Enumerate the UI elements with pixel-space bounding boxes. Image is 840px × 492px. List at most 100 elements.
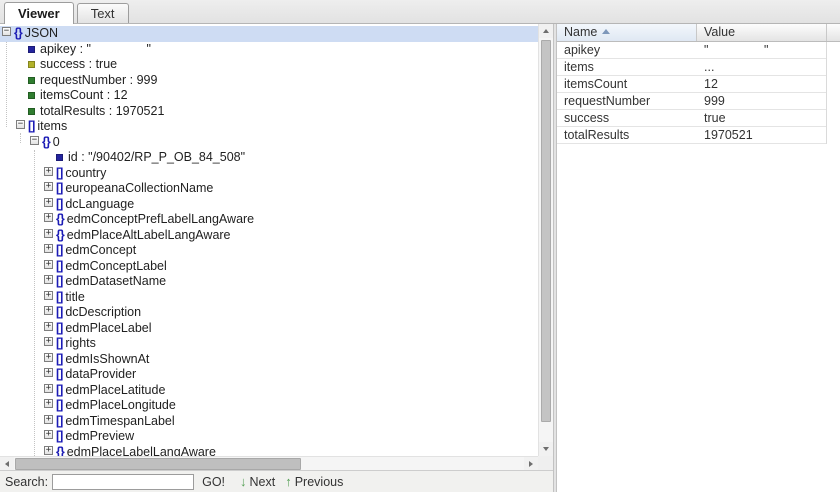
tree-node-requestNumber[interactable]: requestNumber : 999 — [0, 73, 538, 89]
json-viewer-app: Viewer Text −{}JSONapikey : " "success :… — [0, 0, 840, 492]
tree-node-label: edmIsShownAt — [65, 352, 149, 366]
array-braces-icon: [] — [56, 259, 62, 273]
expand-icon[interactable]: + — [44, 198, 53, 207]
grid-cell-name: itemsCount — [564, 76, 627, 92]
expand-icon[interactable]: + — [44, 260, 53, 269]
tree-node-totalResults[interactable]: totalResults : 1970521 — [0, 104, 538, 120]
grid-row-success[interactable]: successtrue — [557, 110, 826, 127]
grid-cell-name: apikey — [564, 42, 600, 58]
expand-icon[interactable]: + — [44, 244, 53, 253]
horizontal-scroll-thumb[interactable] — [15, 458, 301, 470]
column-header-name[interactable]: Name — [557, 24, 697, 41]
tree-node-edmTimespanLabel[interactable]: +[]edmTimespanLabel — [0, 414, 538, 430]
tree-node-label: totalResults : 1970521 — [40, 104, 164, 118]
expand-icon[interactable]: + — [44, 167, 53, 176]
tree-node-edmConceptLabel[interactable]: +[]edmConceptLabel — [0, 259, 538, 275]
search-previous-button[interactable]: Previous — [295, 475, 344, 489]
vertical-scroll-thumb[interactable] — [541, 40, 551, 422]
tree-node-dataProvider[interactable]: +[]dataProvider — [0, 367, 538, 383]
column-header-value[interactable]: Value — [697, 24, 827, 41]
expand-icon[interactable]: + — [44, 229, 53, 238]
tree-node-edmConcept[interactable]: +[]edmConcept — [0, 243, 538, 259]
grid-row-itemsCount[interactable]: itemsCount12 — [557, 76, 826, 93]
grid-row-totalResults[interactable]: totalResults1970521 — [557, 127, 826, 144]
search-go-button[interactable]: GO! — [202, 475, 225, 489]
tree-node-items[interactable]: −[]items — [0, 119, 538, 135]
grid-row-apikey[interactable]: apikey" " — [557, 42, 826, 59]
expand-icon[interactable]: + — [44, 275, 53, 284]
tree-node-apikey[interactable]: apikey : " " — [0, 42, 538, 58]
tree-node-rights[interactable]: +[]rights — [0, 336, 538, 352]
expand-icon[interactable]: + — [44, 353, 53, 362]
tab-text[interactable]: Text — [77, 3, 129, 23]
tree-vertical-scrollbar[interactable] — [538, 24, 553, 456]
grid-rows: apikey" "items...itemsCount12requestNumb… — [557, 42, 827, 144]
tree-node-europeanaCollectionName[interactable]: +[]europeanaCollectionName — [0, 181, 538, 197]
scroll-right-button[interactable] — [524, 457, 538, 470]
down-arrow-icon — [543, 447, 549, 451]
string-value-icon — [56, 154, 63, 161]
tree-node-label: country — [65, 166, 106, 180]
expand-icon[interactable]: + — [44, 415, 53, 424]
tree-node-edmPlaceLabel[interactable]: +[]edmPlaceLabel — [0, 321, 538, 337]
expand-icon[interactable]: + — [44, 368, 53, 377]
tree-node-edmPlaceLabelLangAware[interactable]: +{}edmPlaceLabelLangAware — [0, 445, 538, 457]
number-value-icon — [28, 77, 35, 84]
tree-node-label: edmConceptLabel — [65, 259, 166, 273]
tree-node-dcDescription[interactable]: +[]dcDescription — [0, 305, 538, 321]
expand-icon[interactable]: + — [44, 446, 53, 455]
tree-node-edmPlaceLatitude[interactable]: +[]edmPlaceLatitude — [0, 383, 538, 399]
expand-icon[interactable]: + — [44, 291, 53, 300]
expand-icon[interactable]: + — [44, 337, 53, 346]
expand-icon[interactable]: + — [44, 182, 53, 191]
expand-icon[interactable]: + — [44, 399, 53, 408]
tree-node-success[interactable]: success : true — [0, 57, 538, 73]
tree-node-JSON[interactable]: −{}JSON — [0, 26, 538, 42]
search-input[interactable] — [52, 474, 194, 490]
grid-cell-name: success — [564, 110, 609, 126]
column-header-value-label: Value — [704, 25, 735, 39]
tree-node-itemsCount[interactable]: itemsCount : 12 — [0, 88, 538, 104]
tree-node-edmPlaceAltLabelLangAware[interactable]: +{}edmPlaceAltLabelLangAware — [0, 228, 538, 244]
tree-node-label: edmConcept — [65, 243, 136, 257]
tree-node-label: items — [37, 119, 67, 133]
tree-node-label: 0 — [53, 135, 60, 149]
tree-node-edmPreview[interactable]: +[]edmPreview — [0, 429, 538, 445]
tree-node-label: edmPreview — [65, 429, 134, 443]
tree-node-edmPlaceLongitude[interactable]: +[]edmPlaceLongitude — [0, 398, 538, 414]
grid-row-items[interactable]: items... — [557, 59, 826, 76]
array-braces-icon: [] — [56, 383, 62, 397]
tree-node-edmDatasetName[interactable]: +[]edmDatasetName — [0, 274, 538, 290]
expand-icon[interactable]: + — [44, 213, 53, 222]
tree-node-dcLanguage[interactable]: +[]dcLanguage — [0, 197, 538, 213]
scroll-left-button[interactable] — [0, 457, 14, 470]
tree-node-title[interactable]: +[]title — [0, 290, 538, 306]
expand-icon[interactable]: + — [44, 384, 53, 393]
tree-node-edmIsShownAt[interactable]: +[]edmIsShownAt — [0, 352, 538, 368]
column-header-name-label: Name — [564, 25, 597, 39]
collapse-icon[interactable]: − — [16, 120, 25, 129]
grid-row-requestNumber[interactable]: requestNumber999 — [557, 93, 826, 110]
array-braces-icon: [] — [56, 166, 62, 180]
tree-node-country[interactable]: +[]country — [0, 166, 538, 182]
tree-node-edmConceptPrefLabelLangAware[interactable]: +{}edmConceptPrefLabelLangAware — [0, 212, 538, 228]
number-value-icon — [28, 92, 35, 99]
tree-node-label: itemsCount : 12 — [40, 88, 128, 102]
grid-cell-value: 1970521 — [704, 127, 753, 143]
collapse-icon[interactable]: − — [2, 27, 11, 36]
array-braces-icon: [] — [56, 181, 62, 195]
tree-node-label: edmDatasetName — [65, 274, 166, 288]
expand-icon[interactable]: + — [44, 306, 53, 315]
object-braces-icon: {} — [56, 445, 64, 457]
tab-viewer[interactable]: Viewer — [4, 2, 74, 24]
tree-node-0[interactable]: −{}0 — [0, 135, 538, 151]
scroll-down-button[interactable] — [539, 442, 553, 456]
tree-node-id[interactable]: id : "/90402/RP_P_OB_84_508" — [0, 150, 538, 166]
tree-horizontal-scrollbar[interactable] — [0, 456, 538, 470]
expand-icon[interactable]: + — [44, 322, 53, 331]
search-next-button[interactable]: Next — [250, 475, 276, 489]
scroll-up-button[interactable] — [539, 24, 553, 38]
collapse-icon[interactable]: − — [30, 136, 39, 145]
tree-node-label: requestNumber : 999 — [40, 73, 157, 87]
expand-icon[interactable]: + — [44, 430, 53, 439]
